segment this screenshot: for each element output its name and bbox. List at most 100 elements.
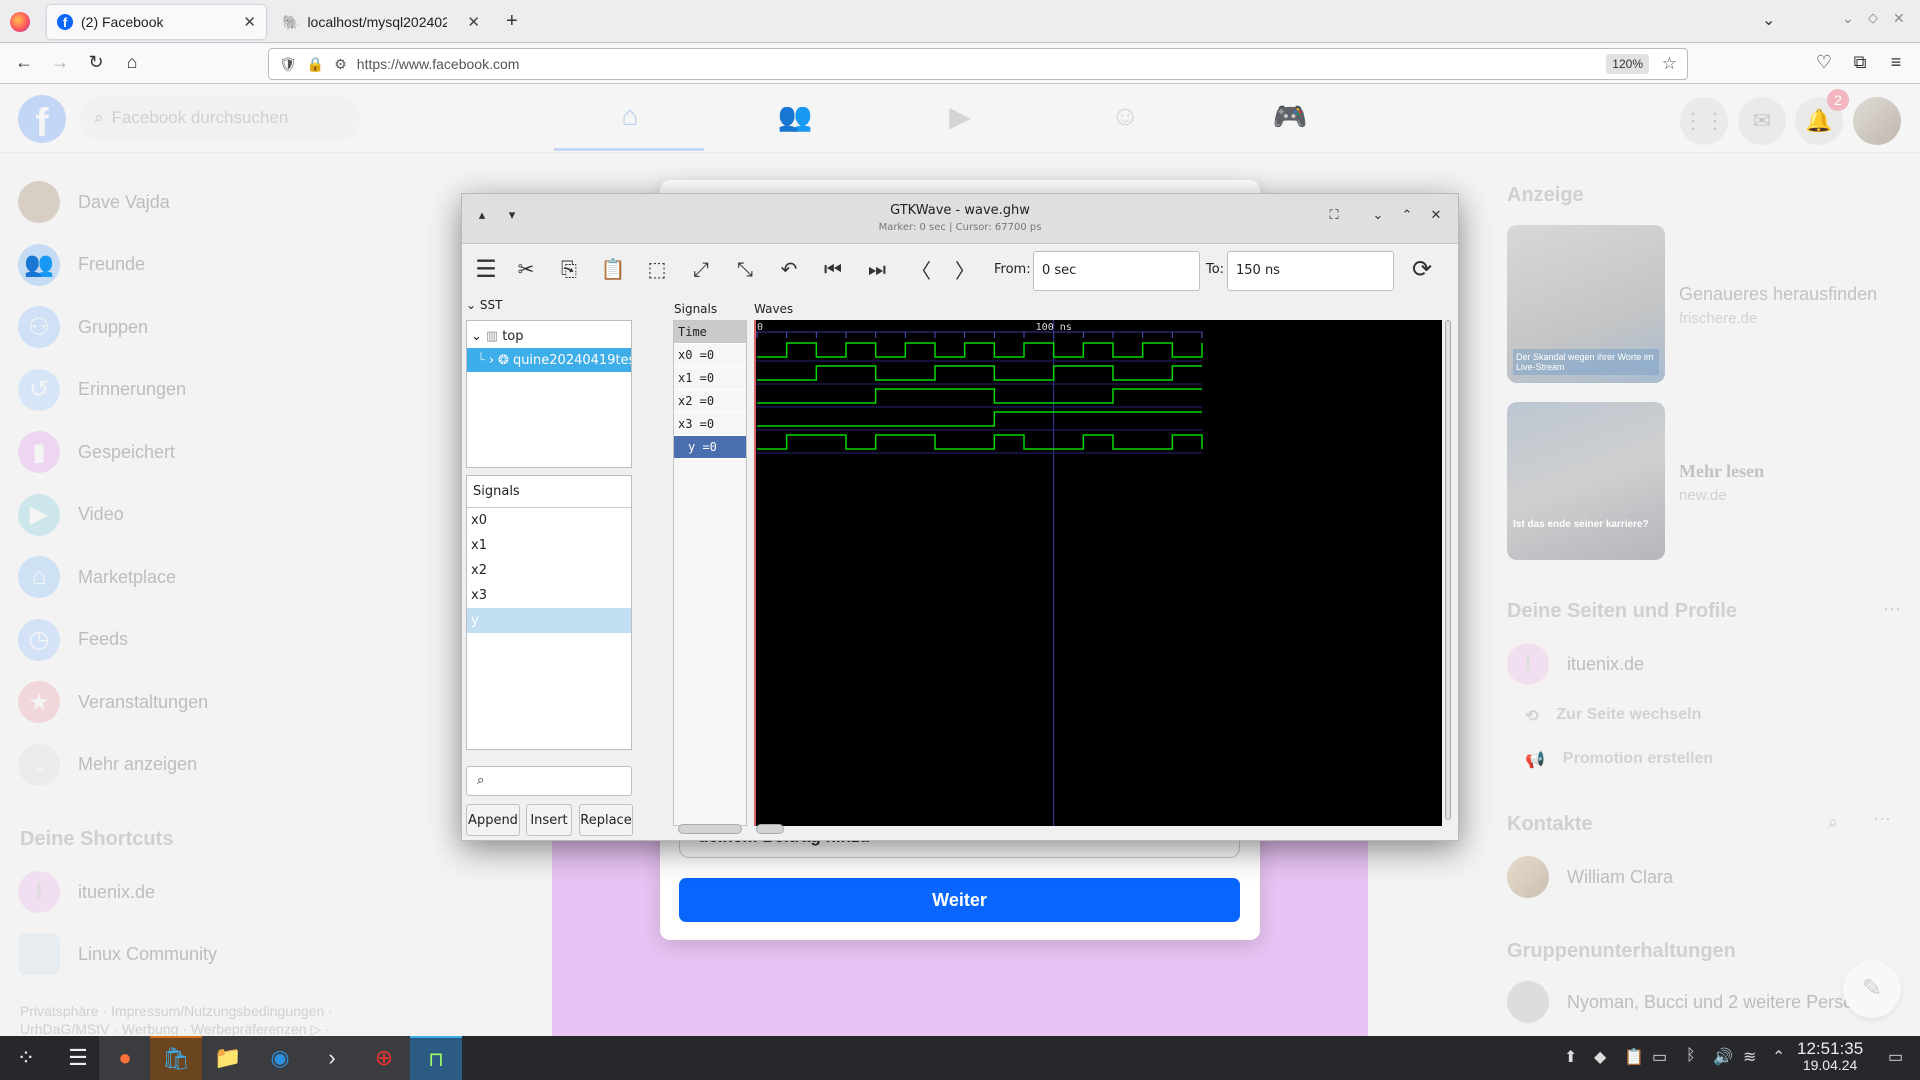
next-edge-icon[interactable]: 〉 — [949, 255, 981, 283]
clipboard-icon[interactable]: 📋 — [1624, 1047, 1644, 1067]
sidebar-item-erinnerungen[interactable]: ↺ Erinnerungen — [18, 368, 186, 412]
file-manager-icon[interactable]: 📁 — [202, 1036, 254, 1080]
footer-line[interactable]: Privatsphäre · Impressum/Nutzungsbedingu… — [20, 1002, 333, 1020]
shortcut-ituenix[interactable]: I ituenix.de — [18, 870, 155, 914]
gtkwave-taskbar-icon[interactable]: ⊓ — [410, 1036, 462, 1080]
close-window-icon[interactable]: ✕ — [1893, 10, 1905, 27]
ad-image[interactable]: Ist das ende seiner karriere? — [1507, 402, 1665, 560]
tab-facebook[interactable]: f (2) Facebook ✕ — [47, 5, 266, 39]
zoom-out-icon[interactable]: ⤡ — [729, 255, 761, 283]
expand-icon[interactable]: › — [489, 353, 494, 368]
fullscreen-icon[interactable]: ⛶ — [1324, 208, 1344, 223]
contacts-search-icon[interactable]: ⌕ — [1828, 812, 1838, 833]
sidebar-item-gespeichert[interactable]: ▮ Gespeichert — [18, 430, 175, 474]
signal-value-row-selected[interactable]: y =0 — [674, 436, 746, 459]
sidebar-item-video[interactable]: ▶ Video — [18, 493, 124, 537]
time-row[interactable]: Time — [674, 321, 746, 344]
signal-item[interactable]: x3 — [467, 583, 631, 608]
menu-grid-icon[interactable]: ⋮⋮ — [1680, 97, 1728, 145]
contacts-more-icon[interactable]: ··· — [1873, 808, 1891, 829]
show-desktop-icon[interactable]: ▭ — [1888, 1047, 1903, 1067]
url-text[interactable]: https://www.facebook.com — [357, 56, 520, 72]
sidebar-item-marketplace[interactable]: ⌂ Marketplace — [18, 555, 176, 599]
shortcut-linux-community[interactable]: Linux Community — [18, 932, 217, 976]
go-to-end-icon[interactable]: ⏭ — [861, 255, 893, 283]
signal-item[interactable]: x1 — [467, 533, 631, 558]
close-tab-icon[interactable]: ✕ — [243, 13, 256, 31]
lock-icon[interactable]: 🔒 — [307, 56, 324, 73]
shield-icon[interactable]: 🛡 — [279, 56, 297, 73]
title-bar[interactable]: ▴ ▾ GTKWave - wave.ghw Marker: 0 sec | C… — [462, 194, 1458, 244]
waveform-svg[interactable]: 0 100 ns — [756, 320, 1444, 826]
clock[interactable]: 12:51:35 19.04.24 — [1797, 1040, 1863, 1074]
new-tab-button[interactable]: + — [506, 10, 518, 33]
terminal-icon[interactable]: › — [306, 1036, 358, 1080]
close-tab-icon[interactable]: ✕ — [467, 13, 480, 31]
list-tabs-icon[interactable]: ⌄ — [1762, 10, 1775, 30]
sidebar-item-feeds[interactable]: ◷ Feeds — [18, 618, 128, 662]
from-time-input[interactable]: 0 sec — [1033, 251, 1200, 291]
signal-item-selected[interactable]: y — [467, 608, 631, 633]
app-launcher-icon[interactable]: ⁘ — [0, 1036, 52, 1080]
copy-icon[interactable]: ⎘ — [553, 255, 585, 283]
paste-icon[interactable]: 📋 — [597, 255, 629, 283]
extensions-icon[interactable]: ⧉ — [1848, 52, 1872, 73]
signal-item[interactable]: x2 — [467, 558, 631, 583]
page-ituenix[interactable]: I ituenix.de — [1507, 642, 1644, 686]
watch-tab-icon[interactable]: ▶ — [940, 100, 980, 136]
to-time-input[interactable]: 150 ns — [1227, 251, 1394, 291]
close-icon[interactable]: ✕ — [1426, 208, 1446, 223]
messenger-icon[interactable]: ✉ — [1738, 97, 1786, 145]
sidebar-item-veranstaltungen[interactable]: ★ Veranstaltungen — [18, 680, 208, 724]
undo-zoom-icon[interactable]: ↶ — [773, 255, 805, 283]
system-settings-icon[interactable]: ☰ — [52, 1036, 104, 1080]
signal-names-scrollbar[interactable] — [678, 824, 742, 834]
create-promotion-link[interactable]: 📢 Promotion erstellen — [1525, 750, 1713, 770]
hamburger-menu-icon[interactable]: ☰ — [470, 255, 502, 283]
menu-icon[interactable]: ≡ — [1884, 52, 1908, 73]
signal-value-row[interactable]: x3 =0 — [674, 413, 746, 436]
wifi-icon[interactable]: ≋ — [1743, 1047, 1756, 1067]
discover-icon[interactable]: 🛍 — [150, 1036, 202, 1080]
signal-search-input[interactable]: ⌕ — [466, 766, 632, 796]
zoom-level-badge[interactable]: 120% — [1606, 54, 1649, 74]
wave-horizontal-scrollbar[interactable] — [756, 824, 784, 834]
new-message-button[interactable]: ✎ — [1843, 960, 1901, 1018]
ad-title[interactable]: Mehr lesen — [1679, 461, 1764, 482]
footer-links[interactable]: Privatsphäre · Impressum/Nutzungsbedingu… — [20, 1002, 333, 1038]
sst-expander[interactable]: ⌄ SST — [466, 298, 502, 312]
maximize-icon[interactable]: ◇ — [1868, 10, 1878, 26]
wave-vertical-scrollbar[interactable] — [1445, 320, 1451, 820]
cut-icon[interactable]: ✂ — [510, 255, 542, 283]
waveform-canvas[interactable]: 0 100 ns — [754, 320, 1442, 826]
zoom-in-icon[interactable]: ⤢ — [685, 255, 717, 283]
volume-icon[interactable]: 🔊 — [1713, 1047, 1733, 1067]
gaming-tab-icon[interactable]: 🎮 — [1270, 100, 1310, 136]
firefox-icon[interactable] — [10, 12, 30, 32]
group-chat-item[interactable]: Nyoman, Bucci und 2 weitere Perso... — [1507, 980, 1868, 1024]
sidebar-item-dave-vajda[interactable]: Dave Vajda — [18, 180, 170, 224]
krusader-icon[interactable]: ◉ — [254, 1036, 306, 1080]
bluetooth-icon[interactable]: ᛒ — [1686, 1047, 1696, 1065]
contact-item[interactable]: William Clara — [1507, 855, 1673, 899]
tree-node-top[interactable]: ⌄ ▥ top — [467, 324, 631, 348]
switch-page-link[interactable]: ⟲ Zur Seite wechseln — [1525, 706, 1701, 726]
battery-icon[interactable]: ▭ — [1652, 1047, 1667, 1067]
signal-item[interactable]: x0 — [467, 508, 631, 533]
pocket-icon[interactable]: ♡ — [1812, 52, 1836, 73]
zoom-fit-icon[interactable]: ⬚ — [641, 255, 673, 283]
signal-value-row[interactable]: x1 =0 — [674, 367, 746, 390]
ad-title[interactable]: Genaueres herausfinden — [1679, 284, 1877, 305]
sidebar-item-gruppen[interactable]: ⚇ Gruppen — [18, 305, 148, 349]
home-icon[interactable]: ⌂ — [120, 52, 144, 73]
sidebar-item-mehr-anzeigen[interactable]: ⌄ Mehr anzeigen — [18, 743, 197, 787]
ad-image[interactable]: Der Skandal wegen ihrer Worte im Live-St… — [1507, 225, 1665, 383]
bookmark-star-icon[interactable]: ☆ — [1662, 54, 1677, 74]
signals-column-header[interactable]: Signals — [467, 476, 631, 508]
more-options-icon[interactable]: ··· — [1883, 598, 1901, 619]
help-icon[interactable]: ⊕ — [358, 1036, 410, 1080]
sidebar-item-freunde[interactable]: 👥 Freunde — [18, 243, 145, 287]
previous-edge-icon[interactable]: 〈 — [905, 255, 937, 283]
replace-button[interactable]: Replace — [579, 804, 633, 836]
updates-icon[interactable]: ⬆ — [1564, 1047, 1577, 1067]
